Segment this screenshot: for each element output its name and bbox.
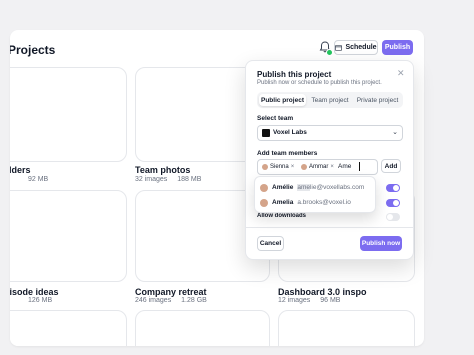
allow-downloads-toggle[interactable]: [386, 213, 400, 221]
text-caret: [359, 162, 360, 171]
folder-title[interactable]: Folders: [10, 165, 31, 175]
suggestion-name: Amelia: [272, 199, 294, 206]
option-toggle[interactable]: [386, 184, 400, 192]
members-input[interactable]: Sienna × Ammar × Ame: [257, 159, 378, 175]
close-icon[interactable]: ✕: [397, 68, 405, 79]
folder-meta: 246 images 1.28 GB: [135, 297, 215, 304]
avatar: [301, 163, 307, 170]
tab-team-project[interactable]: Team project: [307, 94, 353, 106]
folder-size: 1.28 GB: [181, 297, 207, 304]
chevron-down-icon: ⌄: [392, 129, 398, 136]
email-match-highlight: ame: [297, 184, 310, 191]
cancel-button[interactable]: Cancel: [257, 236, 284, 251]
folder-size: 188 MB: [177, 176, 202, 183]
folder-meta: 92 MB: [10, 176, 56, 183]
folder-image-count: 32 images: [135, 176, 168, 183]
folder-thumbnail[interactable]: [10, 67, 127, 162]
folder-image-count: 12 images: [278, 297, 311, 304]
team-select[interactable]: Voxel Labs ⌄: [257, 125, 403, 141]
modal-title: Publish this project: [257, 70, 332, 79]
add-member-button[interactable]: Add: [381, 159, 401, 173]
publish-button[interactable]: Publish: [382, 40, 413, 55]
modal-divider: [246, 227, 413, 228]
publish-modal: Publish this project Publish now or sche…: [245, 60, 414, 260]
folder-size: 92 MB: [28, 176, 49, 183]
email-rest: a.brooks@voxel.io: [297, 199, 351, 206]
suggestion-item[interactable]: Amelia a.brooks@voxel.io: [260, 197, 351, 208]
folder-size: 126 MB: [28, 297, 53, 304]
member-chip-name: Sienna: [270, 163, 289, 170]
folder-meta: 32 images 188 MB: [135, 176, 209, 183]
team-logo-icon: [262, 129, 270, 137]
team-select-value: Voxel Labs: [273, 129, 307, 136]
remove-chip-icon[interactable]: ×: [291, 164, 295, 170]
member-suggestions: Amélie amelie@voxellabs.com Amelia a.bro…: [254, 176, 376, 213]
members-input-value: Ame: [338, 163, 352, 170]
schedule-button[interactable]: Schedule: [334, 40, 378, 55]
folder-title[interactable]: Team photos: [135, 165, 190, 175]
add-members-label: Add team members: [257, 150, 318, 157]
tab-private-project[interactable]: Private project: [354, 94, 401, 106]
folder-title[interactable]: Company retreat: [135, 287, 207, 297]
page-title: Projects: [10, 43, 56, 57]
member-chip-name: Ammar: [309, 163, 329, 170]
suggestion-item[interactable]: Amélie amelie@voxellabs.com: [260, 182, 364, 193]
suggestion-name: Amélie: [272, 184, 294, 191]
folder-meta: 126 MB: [10, 297, 60, 304]
remove-chip-icon[interactable]: ×: [330, 164, 334, 170]
avatar: [262, 163, 268, 170]
folder-meta: 12 images 96 MB: [278, 297, 348, 304]
folder-title[interactable]: Episode ideas: [10, 287, 59, 297]
calendar-icon: [335, 44, 343, 51]
schedule-label: Schedule: [345, 44, 377, 51]
visibility-tabs: Public project Team project Private proj…: [257, 92, 403, 108]
select-team-label: Select team: [257, 115, 294, 122]
folder-thumbnail[interactable]: [135, 310, 270, 346]
avatar: [260, 183, 268, 192]
folder-image-count: 246 images: [135, 297, 172, 304]
modal-subtitle: Publish now or schedule to publish this …: [257, 80, 382, 86]
publish-now-button[interactable]: Publish now: [360, 236, 402, 251]
allow-downloads-label: Allow downloads: [257, 213, 306, 219]
folder-title[interactable]: Dashboard 3.0 inspo: [278, 287, 367, 297]
folder-thumbnail[interactable]: [10, 310, 127, 346]
avatar: [260, 198, 268, 207]
folder-size: 96 MB: [320, 297, 341, 304]
member-chip: Ammar ×: [301, 162, 334, 171]
folder-thumbnail[interactable]: [10, 190, 127, 282]
option-toggle[interactable]: [386, 199, 400, 207]
suggestion-email: a.brooks@voxel.io: [297, 199, 351, 206]
member-chip: Sienna ×: [262, 162, 294, 171]
suggestion-email: amelie@voxellabs.com: [297, 184, 364, 191]
email-rest: lie@voxellabs.com: [309, 184, 365, 191]
tab-public-project[interactable]: Public project: [259, 94, 306, 106]
notification-dot: [326, 49, 333, 56]
folder-thumbnail[interactable]: [278, 310, 415, 346]
